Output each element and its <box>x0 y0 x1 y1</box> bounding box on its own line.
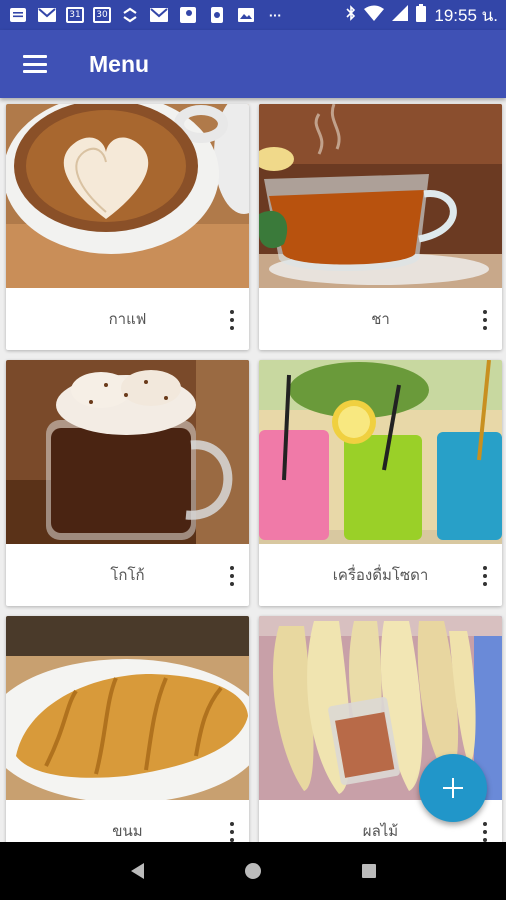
card-label: เครื่องดื่มโซดา <box>332 566 429 584</box>
more-vert-icon[interactable] <box>482 566 488 586</box>
card-label: โกโก้ <box>110 566 145 584</box>
recents-icon[interactable] <box>361 864 376 878</box>
notes-icon <box>8 6 28 24</box>
more-vert-icon[interactable] <box>229 310 235 330</box>
more-vert-icon[interactable] <box>482 822 488 842</box>
image-icon <box>236 6 256 24</box>
card-label: ชา <box>371 310 390 328</box>
back-icon[interactable] <box>130 863 144 879</box>
calendar-icon: 30 <box>93 7 111 23</box>
battery-icon <box>416 4 427 26</box>
menu-card-coffee[interactable]: กาแฟ <box>6 104 249 350</box>
system-nav-bar <box>0 842 506 900</box>
maps-icon <box>178 6 198 24</box>
soda-image <box>259 360 502 544</box>
cocoa-image <box>6 360 249 544</box>
menu-card-tea[interactable]: ชา <box>259 104 502 350</box>
card-footer: ขนม <box>6 800 249 842</box>
app-bar: Menu <box>0 30 506 98</box>
gmail-icon <box>37 6 57 24</box>
menu-card-cocoa[interactable]: โกโก้ <box>6 360 249 606</box>
more-vert-icon[interactable] <box>229 822 235 842</box>
clock-time: 19:55 น. <box>434 5 498 25</box>
card-label: กาแฟ <box>108 310 147 328</box>
card-footer: เครื่องดื่มโซดา <box>259 544 502 606</box>
menu-icon[interactable] <box>23 55 47 73</box>
status-bar: 31 30 ··· 19:55 น. <box>0 0 506 30</box>
wifi-icon <box>364 5 385 25</box>
croissant-image <box>6 616 249 800</box>
screen: 31 30 ··· 19:55 น. Menu กาแฟ ชา โกโก้ เค… <box>0 0 506 900</box>
sync-icon <box>120 6 140 24</box>
gmail-icon <box>149 6 169 24</box>
card-footer: กาแฟ <box>6 288 249 350</box>
menu-card-soda[interactable]: เครื่องดื่มโซดา <box>259 360 502 606</box>
menu-grid: กาแฟ ชา โกโก้ เครื่องดื่มโซดา ขนม ผลไม้ <box>0 98 506 842</box>
more-icon: ··· <box>268 8 282 22</box>
calendar-icon: 31 <box>66 7 84 23</box>
signal-icon <box>392 5 409 25</box>
coffee-image <box>6 104 249 288</box>
plus-icon <box>443 778 463 798</box>
tea-image <box>259 104 502 288</box>
home-icon[interactable] <box>244 863 261 879</box>
add-fab-button[interactable] <box>419 754 487 822</box>
card-label: ผลไม้ <box>362 822 399 840</box>
card-footer: ชา <box>259 288 502 350</box>
bluetooth-icon <box>346 4 356 26</box>
card-label: ขนม <box>112 822 143 840</box>
menu-card-snack[interactable]: ขนม <box>6 616 249 842</box>
page-title: Menu <box>89 50 150 77</box>
more-vert-icon[interactable] <box>482 310 488 330</box>
card-footer: โกโก้ <box>6 544 249 606</box>
more-vert-icon[interactable] <box>229 566 235 586</box>
phone-icon <box>207 6 227 24</box>
